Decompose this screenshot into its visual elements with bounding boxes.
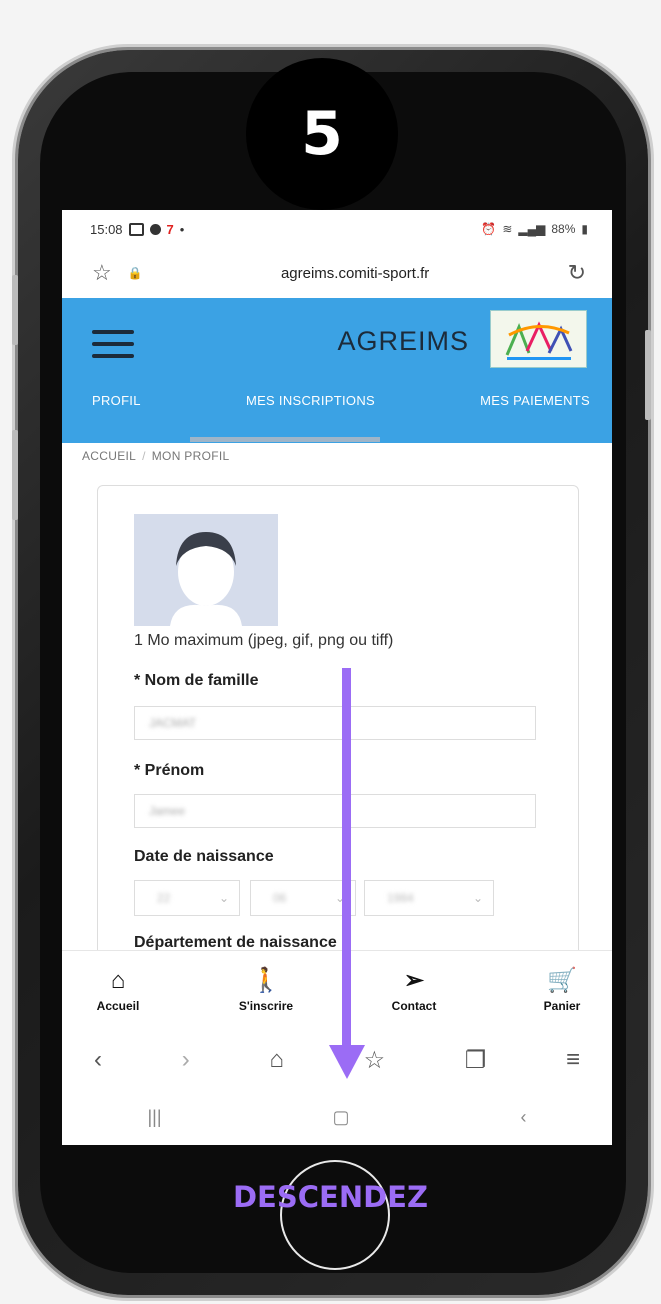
last-name-field[interactable]: JACMAT [134,706,536,740]
birth-day-value: 22 [157,891,171,905]
last-name-label: * Nom de famille [134,672,259,689]
tab-profil[interactable]: PROFIL [92,393,141,408]
battery-icon: ▮ [581,222,588,236]
chevron-down-icon: ⌄ [218,891,229,905]
nav-panier-label: Panier [543,998,581,1013]
profile-tabs: PROFIL MES INSCRIPTIONS MES PAIEMENTS [62,393,612,408]
recent-apps-icon[interactable]: ||| [147,1107,161,1128]
nav-sinscrire-label: S'inscrire [238,998,294,1013]
birth-date-label: Date de naissance [134,848,274,865]
nav-contact-label: Contact [391,998,437,1013]
nav-accueil-label: Accueil [96,998,140,1013]
club-logo[interactable] [490,310,587,368]
last-name-value: JACMAT [149,716,197,730]
walking-person-icon: 🚶 [251,966,281,994]
home-page-icon[interactable]: ⌂ [269,1046,284,1074]
cart-icon: 🛒 [547,966,577,994]
url-text[interactable]: agreims.comiti-sport.fr [143,265,568,282]
star-icon[interactable]: ☆ [92,260,112,286]
status-time: 15:08 [90,221,123,237]
site-brand[interactable]: AGREIMS [337,326,469,357]
active-tab-indicator [190,437,380,442]
breadcrumb-separator: / [142,449,146,463]
notification-icon [149,223,161,235]
android-navigation-bar: ||| ▢ ‹ [62,1090,612,1145]
status-bar: 15:08 7 • ⏰ ≋ ▂▄▆ 88% ▮ [62,210,612,248]
bottom-navigation: ⌂ Accueil 🚶 S'inscrire ➢ Contact 🛒 Panie… [62,950,612,1030]
forward-icon[interactable]: › [182,1046,190,1074]
nav-accueil[interactable]: ⌂ Accueil [78,951,158,1030]
phone-side-button [12,275,18,345]
phone-screen: 15:08 7 • ⏰ ≋ ▂▄▆ 88% ▮ ☆ 🔒 agreims.comi… [62,210,612,1145]
tab-mes-paiements[interactable]: MES PAIEMENTS [480,393,590,408]
step-number-badge: 5 [246,58,398,210]
site-header: AGREIMS PROFIL MES INSCRIPTIONS MES PAIE… [62,298,612,443]
paper-plane-icon: ➢ [403,966,425,994]
birth-year-value: 1984 [387,891,414,905]
birth-month-value: 06 [273,891,287,905]
bookmark-icon[interactable]: ☆ [364,1046,386,1075]
avatar-size-hint: 1 Mo maximum (jpeg, gif, png ou tiff) [134,632,394,649]
nav-sinscrire[interactable]: 🚶 S'inscrire [226,951,306,1030]
browser-url-bar: ☆ 🔒 agreims.comiti-sport.fr ↻ [62,248,612,298]
app-notification-icon: 7 [166,221,174,237]
breadcrumb-home[interactable]: ACCUEIL [82,449,136,463]
back-icon[interactable]: ‹ [94,1046,102,1074]
birth-year-select[interactable]: 1984 ⌄ [364,880,494,916]
tabs-icon[interactable]: ❐ [465,1046,487,1075]
chevron-down-icon: ⌄ [472,891,483,905]
lock-icon: 🔒 [127,266,143,280]
profile-form-card: 1 Mo maximum (jpeg, gif, png ou tiff) * … [97,485,579,1007]
scroll-down-arrow [342,668,351,1053]
arrow-head-icon [329,1045,365,1079]
first-name-value: Jamee [149,804,186,818]
gallery-icon [128,222,144,236]
avatar[interactable] [134,514,278,626]
browser-menu-icon[interactable]: ≡ [566,1046,580,1074]
nav-contact[interactable]: ➢ Contact [374,951,454,1030]
breadcrumb-current: MON PROFIL [151,449,230,463]
android-back-icon[interactable]: ‹ [521,1107,527,1128]
phone-side-button [12,430,18,520]
tab-mes-inscriptions[interactable]: MES INSCRIPTIONS [246,393,375,408]
android-home-icon[interactable]: ▢ [333,1107,350,1128]
birth-month-select[interactable]: 06 ⌄ [250,880,356,916]
dot-icon: • [179,221,185,237]
nav-panier[interactable]: 🛒 Panier [522,951,602,1030]
battery-level: 88% [551,222,576,236]
wifi-icon: ≋ [502,222,513,236]
reload-icon[interactable]: ↻ [568,260,586,286]
alarm-icon: ⏰ [481,222,497,236]
signal-icon: ▂▄▆ [518,222,546,236]
first-name-label: * Prénom [134,762,205,779]
menu-icon[interactable] [92,330,134,366]
home-icon: ⌂ [110,966,126,994]
instruction-caption: DESCENDEZ [232,1180,429,1214]
phone-side-button [645,330,651,420]
breadcrumb: ACCUEIL / MON PROFIL [62,443,612,463]
first-name-field[interactable]: Jamee [134,794,536,828]
phone-home-button [280,1160,390,1270]
birth-day-select[interactable]: 22 ⌄ [134,880,240,916]
